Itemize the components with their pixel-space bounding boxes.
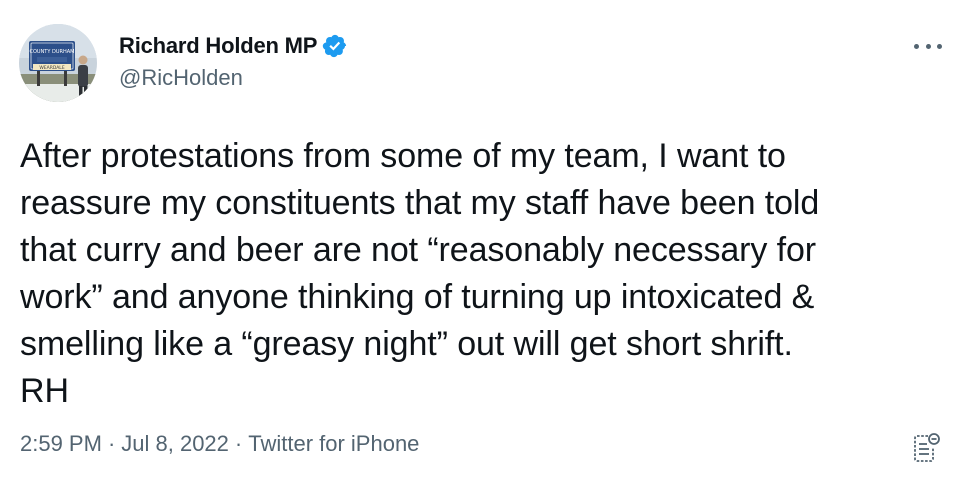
meta-separator: ·: [234, 431, 243, 456]
tweet-source-link[interactable]: Twitter for iPhone: [248, 431, 419, 457]
author-info: Richard Holden MP @RicHolden: [119, 31, 348, 91]
more-options-icon[interactable]: [914, 36, 942, 56]
more-dot: [937, 43, 942, 49]
more-dot: [914, 43, 919, 49]
author-handle[interactable]: @RicHolden: [119, 65, 348, 91]
tweet-metadata: 2:59 PM · Jul 8, 2022 · Twitter for iPho…: [20, 431, 419, 457]
tweet-time[interactable]: 2:59 PM: [20, 431, 102, 457]
verified-badge-icon: [322, 33, 348, 59]
svg-text:WEARDALE: WEARDALE: [39, 65, 64, 71]
avatar[interactable]: COUNTY DURHAM WEARDALE: [19, 24, 97, 102]
tweet-date[interactable]: Jul 8, 2022: [121, 431, 229, 457]
author-name-row: Richard Holden MP: [119, 31, 348, 61]
avatar-image: COUNTY DURHAM WEARDALE: [19, 24, 97, 102]
more-dot: [925, 43, 931, 49]
tweet-text: After protestations from some of my team…: [20, 137, 820, 410]
svg-text:COUNTY DURHAM: COUNTY DURHAM: [29, 49, 74, 55]
meta-separator: ·: [107, 431, 116, 456]
author-display-name[interactable]: Richard Holden MP: [119, 33, 317, 59]
tweet-analytics-icon[interactable]: [912, 432, 942, 464]
